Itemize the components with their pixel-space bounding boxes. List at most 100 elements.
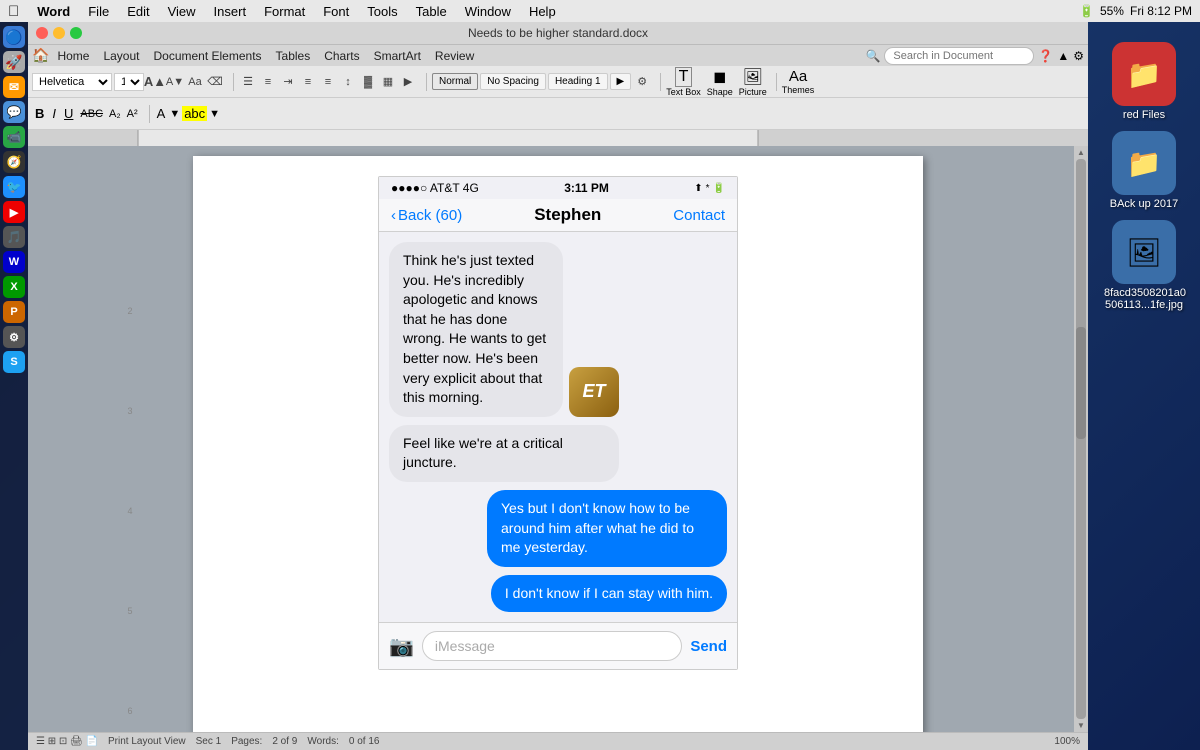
dock-icon-launchpad[interactable]: 🚀 [3, 51, 25, 73]
font-highlight-button[interactable]: ▼ [169, 108, 180, 120]
menu-view[interactable]: View [160, 4, 204, 19]
strikethrough-button[interactable]: ABC [78, 108, 105, 120]
underline-button[interactable]: U [61, 106, 76, 121]
textbox-btn[interactable]: T Text Box [666, 67, 701, 97]
apple-logo-icon[interactable]:  [8, 3, 19, 20]
word-tab-tables[interactable]: Tables [270, 49, 317, 63]
dock-icon-messages[interactable]: 💬 [3, 101, 25, 123]
font-group: Helvetica 16 A▲ A▼ Aa ⌫ [32, 73, 224, 91]
ios-back-label: Back (60) [398, 207, 462, 224]
align-left-icon[interactable]: ≡ [299, 73, 317, 91]
word-tab-charts[interactable]: Charts [318, 49, 365, 63]
indent-icon[interactable]: ⇥ [279, 73, 297, 91]
camera-icon[interactable]: 📷 [389, 634, 414, 659]
menu-help[interactable]: Help [521, 4, 564, 19]
menu-tools[interactable]: Tools [359, 4, 405, 19]
menu-font[interactable]: Font [315, 4, 357, 19]
dock-icon-pp[interactable]: P [3, 301, 25, 323]
maximize-button[interactable] [70, 27, 82, 39]
dock-icon-app2[interactable]: S [3, 351, 25, 373]
italic-button[interactable]: I [49, 106, 59, 121]
word-tab-review[interactable]: Review [429, 49, 480, 63]
desktop-icon-red-files[interactable]: 📁 red Files [1112, 42, 1176, 121]
ios-back-button[interactable]: ‹ Back (60) [391, 207, 462, 224]
ios-contact-link[interactable]: Contact [673, 207, 725, 224]
chevron-up-icon[interactable]: ▲ [1057, 49, 1069, 63]
numbered-list-icon[interactable]: ≡ [259, 73, 277, 91]
picture-btn[interactable]: 🖼 Picture [739, 67, 767, 97]
close-button[interactable] [36, 27, 48, 39]
dock-icon-settings[interactable]: ⚙ [3, 326, 25, 348]
highlight-expand-button[interactable]: ▼ [209, 108, 220, 120]
font-color-button[interactable]: A [155, 106, 168, 121]
menu-insert[interactable]: Insert [206, 4, 255, 19]
font-selector[interactable]: Helvetica [32, 73, 112, 91]
word-tab-smartart[interactable]: SmartArt [368, 49, 427, 63]
shape-btn[interactable]: ◼ Shape [707, 67, 733, 97]
word-tab-docelements[interactable]: Document Elements [147, 49, 267, 63]
menu-format[interactable]: Format [256, 4, 313, 19]
bold-button[interactable]: B [32, 106, 47, 121]
scroll-up-icon[interactable]: ▲ [1077, 148, 1085, 157]
menu-window[interactable]: Window [457, 4, 519, 19]
subscript-button[interactable]: A₂ [107, 108, 123, 120]
style-nospace[interactable]: No Spacing [480, 73, 546, 90]
word-tab-home[interactable]: Home [51, 49, 95, 63]
styles-group: Normal No Spacing Heading 1 ▶ ⚙ [432, 73, 651, 91]
dock-icon-facetime[interactable]: 📹 [3, 126, 25, 148]
menu-table[interactable]: Table [408, 4, 455, 19]
scroll-down-icon[interactable]: ▼ [1077, 721, 1085, 730]
menu-file[interactable]: File [80, 4, 117, 19]
font-size-increase-icon[interactable]: A▲ [146, 73, 164, 91]
menu-word[interactable]: Word [29, 4, 78, 19]
document-page: ●●●●○ AT&T 4G 3:11 PM ⬆ * 🔋 [193, 156, 923, 732]
themes-group: Aa Themes [782, 68, 815, 95]
highlight-button[interactable]: abc [182, 106, 207, 121]
gear-icon[interactable]: ⚙ [1073, 49, 1084, 63]
font-clear-icon[interactable]: ⌫ [206, 73, 224, 91]
document-search-input[interactable] [884, 47, 1034, 65]
line-spacing-icon[interactable]: ↕ [339, 73, 357, 91]
msg-text-1: Think he's just texted you. He's incredi… [403, 252, 546, 405]
minimize-button[interactable] [53, 27, 65, 39]
word-tab-layout[interactable]: Layout [97, 49, 145, 63]
dock-icon-itunes[interactable]: 🎵 [3, 226, 25, 248]
scrollbar-thumb[interactable] [1076, 327, 1086, 439]
help-icon[interactable]: ❓ [1038, 49, 1053, 63]
font-size-selector[interactable]: 16 [114, 73, 144, 91]
themes-btn[interactable]: Aa Themes [782, 68, 815, 95]
imessage-text-input[interactable]: iMessage [422, 631, 682, 661]
style-more[interactable]: ▶ [610, 73, 632, 90]
align-center-icon[interactable]: ≡ [319, 73, 337, 91]
dock-icon-finder[interactable]: 🔵 [3, 26, 25, 48]
dock-icon-safari[interactable]: 🧭 [3, 151, 25, 173]
send-button[interactable]: Send [690, 638, 727, 655]
menu-edit[interactable]: Edit [119, 4, 157, 19]
battery-icon-ios: 🔋 [713, 183, 725, 194]
bullets-icon[interactable]: ☰ [239, 73, 257, 91]
vertical-scrollbar[interactable]: ▲ ▼ [1074, 146, 1088, 732]
dock-icon-excel[interactable]: X [3, 276, 25, 298]
dock-icon-mail[interactable]: ✉ [3, 76, 25, 98]
desktop: 🔵 🚀 ✉ 💬 📹 🧭 🐦 ▶ 🎵 W X [0, 22, 1200, 750]
scrollbar-track[interactable] [1076, 159, 1086, 719]
dock-icon-twitter[interactable]: 🐦 [3, 176, 25, 198]
font-aa-icon[interactable]: Aa [186, 73, 204, 91]
separator-4 [776, 73, 777, 91]
paragraph-group: ☰ ≡ ⇥ ≡ ≡ ↕ ▓ ▦ ▶ [239, 73, 417, 91]
superscript-button[interactable]: A² [125, 108, 140, 120]
ios-carrier: ●●●●○ AT&T 4G [391, 181, 479, 195]
dock-icon-word[interactable]: W [3, 251, 25, 273]
borders-icon[interactable]: ▦ [379, 73, 397, 91]
status-zoom[interactable]: 100% [1054, 736, 1080, 747]
styles-expand-icon[interactable]: ⚙ [633, 73, 651, 91]
desktop-icon-jpg[interactable]: 🖼 8facd3508201a0 506113...1fe.jpg [1104, 220, 1184, 311]
font-size-decrease-icon[interactable]: A▼ [166, 73, 184, 91]
desktop-icon-backup[interactable]: 📁 BAck up 2017 [1110, 131, 1179, 210]
style-normal[interactable]: Normal [432, 73, 478, 90]
style-heading1[interactable]: Heading 1 [548, 73, 608, 90]
para-expand-icon[interactable]: ▶ [399, 73, 417, 91]
page-num-4: 4 [127, 506, 132, 516]
shading-icon[interactable]: ▓ [359, 73, 377, 91]
dock-icon-youtube[interactable]: ▶ [3, 201, 25, 223]
